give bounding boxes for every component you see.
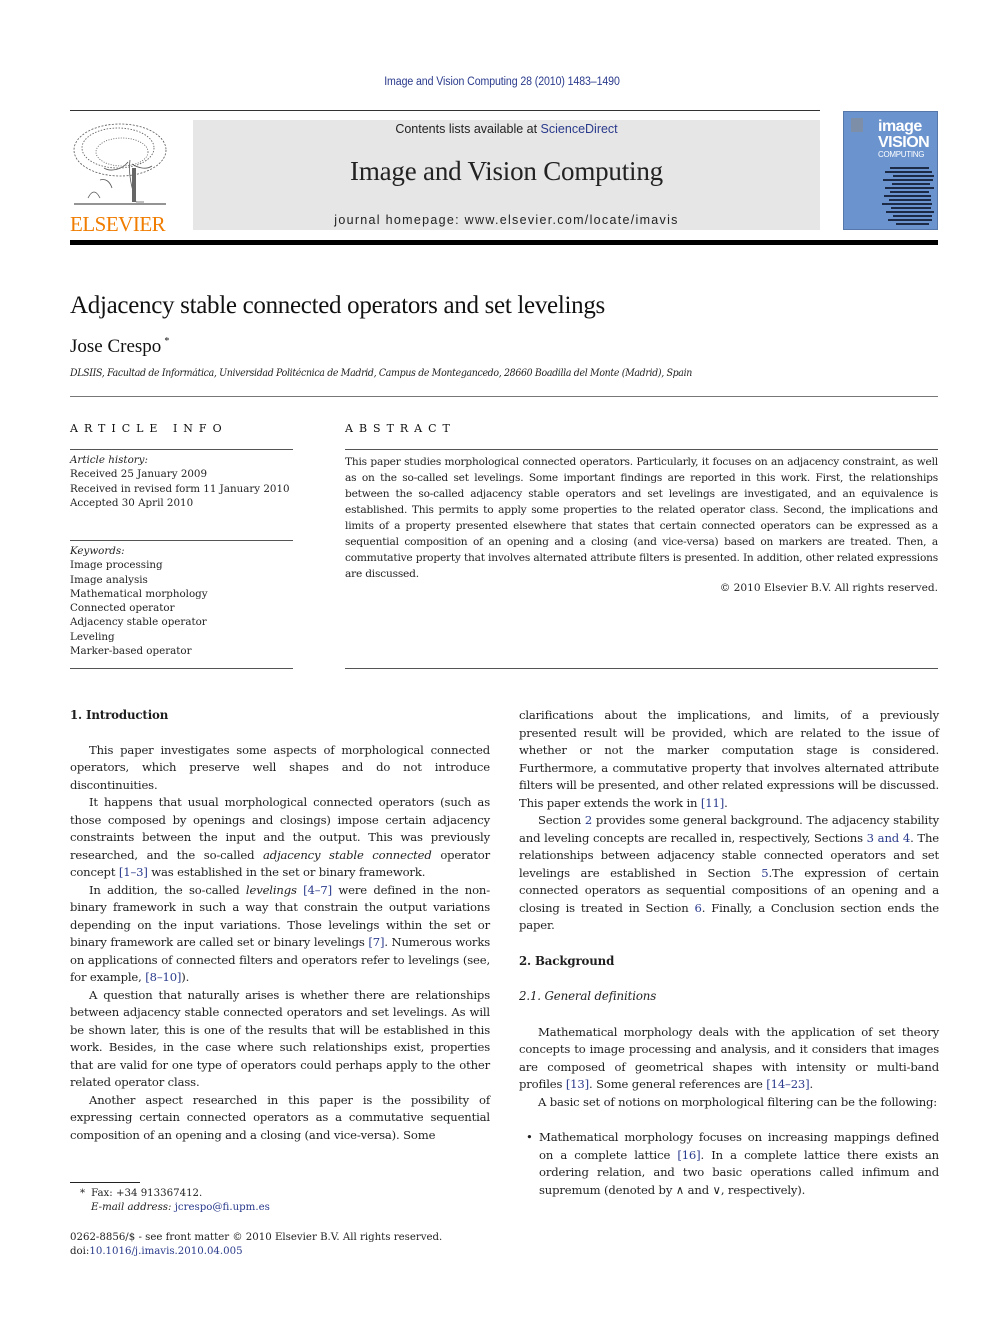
- text-run: clarifications about the implications, a…: [519, 708, 939, 810]
- emphasis: adjacency stable connected: [263, 847, 432, 862]
- emphasis: levelings: [245, 882, 297, 897]
- paragraph: Mathematical morphology deals with the a…: [519, 1024, 939, 1094]
- footnote-fax: * Fax: +34 913367412.: [70, 1187, 202, 1201]
- abstract-rule-bottom: [345, 668, 938, 669]
- sciencedirect-link[interactable]: ScienceDirect: [541, 122, 618, 136]
- keyword-item: Mathematical morphology: [70, 587, 208, 600]
- keywords-label: Keywords:: [70, 545, 125, 557]
- section-link[interactable]: 3 and 4: [867, 831, 911, 845]
- email-label: E-mail address:: [91, 1202, 172, 1213]
- keyword-item: Image analysis: [70, 573, 148, 586]
- paragraph: A question that naturally arises is whet…: [70, 987, 490, 1090]
- text-run: was established in the set or binary fra…: [147, 865, 426, 879]
- abstract-copyright: © 2010 Elsevier B.V. All rights reserved…: [719, 582, 938, 594]
- cover-title-computing: COMPUTING: [878, 150, 925, 159]
- journal-banner: Contents lists available at ScienceDirec…: [193, 120, 820, 230]
- subsection-heading-general-definitions: 2.1. General definitions: [519, 989, 657, 1003]
- contents-prefix: Contents lists available at: [395, 122, 541, 136]
- paragraph: This paper investigates some aspects of …: [70, 742, 490, 792]
- section-heading-introduction: 1. Introduction: [70, 708, 169, 722]
- keyword-item: Leveling: [70, 630, 115, 643]
- text-run: In addition, the so-called: [89, 882, 246, 897]
- email-link[interactable]: jcrespo@fi.upm.es: [175, 1202, 270, 1213]
- paragraph: clarifications about the implications, a…: [519, 707, 939, 812]
- history-item: Accepted 30 April 2010: [70, 496, 194, 509]
- paragraph: A basic set of notions on morphological …: [538, 1094, 938, 1109]
- abstract-rule-top: [345, 449, 938, 450]
- paragraph: It happens that usual morphological conn…: [70, 794, 490, 882]
- bullet-icon: •: [526, 1130, 533, 1144]
- elsevier-logo[interactable]: ELSEVIER: [70, 120, 170, 236]
- doi-line: doi:10.1016/j.imavis.2010.04.005: [70, 1245, 243, 1259]
- paragraph: Section 2 provides some general backgrou…: [519, 812, 939, 935]
- citation-link[interactable]: [8–10]: [145, 970, 181, 984]
- body-column-left: 1. Introduction This paper investigates …: [70, 707, 490, 1144]
- text-run: Section: [538, 813, 585, 827]
- section-heading-background: 2. Background: [519, 953, 615, 968]
- header-rule: [70, 110, 820, 111]
- citation-link[interactable]: [1–3]: [119, 865, 148, 879]
- affiliation-rule: [70, 396, 938, 397]
- journal-cover-image[interactable]: image VISION COMPUTING: [843, 111, 938, 230]
- article-info-heading: ARTICLE INFO: [70, 422, 228, 435]
- cover-title-vision: VISION: [878, 134, 930, 151]
- keywords-list: Keywords: Image processing Image analysi…: [70, 544, 300, 658]
- body-column-right: clarifications about the implications, a…: [519, 707, 939, 1199]
- contents-available: Contents lists available at ScienceDirec…: [193, 122, 820, 136]
- citation-link[interactable]: [7]: [368, 935, 384, 949]
- author-line: Jose Crespo *: [70, 336, 169, 358]
- section-link[interactable]: 6: [695, 901, 702, 915]
- footnote-email: E-mail address: jcrespo@fi.upm.es: [70, 1201, 270, 1215]
- article-info-rule-middle: [70, 540, 293, 541]
- text-run: .: [809, 1077, 814, 1091]
- header-thick-rule: [70, 240, 938, 245]
- footnote-mark: *: [80, 1188, 86, 1199]
- imprint-line: 0262-8856/$ - see front matter © 2010 El…: [70, 1232, 443, 1243]
- article-title: Adjacency stable connected operators and…: [70, 292, 605, 319]
- elsevier-wordmark: ELSEVIER: [70, 212, 166, 236]
- text-run: ).: [181, 970, 190, 984]
- author-name[interactable]: Jose Crespo: [70, 336, 161, 357]
- section-link[interactable]: 5: [761, 866, 768, 880]
- keyword-item: Connected operator: [70, 602, 175, 615]
- paragraph: In addition, the so-called levelings [4–…: [70, 882, 490, 987]
- text-run: . Some general references are: [589, 1077, 767, 1091]
- article-history-label: Article history:: [70, 454, 148, 466]
- doi-link[interactable]: 10.1016/j.imavis.2010.04.005: [89, 1246, 242, 1257]
- journal-title: Image and Vision Computing: [350, 156, 663, 186]
- cover-stripes-graphic: [882, 167, 937, 229]
- article-info-rule-top: [70, 449, 293, 450]
- citation-link[interactable]: [11]: [701, 796, 724, 810]
- citation-link[interactable]: [14–23]: [766, 1077, 809, 1091]
- article-history: Article history: Received 25 January 200…: [70, 453, 300, 510]
- abstract-heading: ABSTRACT: [345, 422, 456, 435]
- article-info-rule-bottom: [70, 668, 293, 669]
- citation-link[interactable]: [16]: [677, 1148, 700, 1162]
- doi-label: doi:: [70, 1246, 90, 1257]
- journal-citation[interactable]: Image and Vision Computing 28 (2010) 148…: [40, 76, 964, 88]
- keyword-item: Adjacency stable operator: [70, 616, 207, 629]
- paragraph: Another aspect researched in this paper …: [70, 1092, 490, 1142]
- elsevier-emblem-icon: [851, 118, 863, 132]
- author-affiliation: DLSIIS, Facultad de Informática, Univers…: [70, 368, 692, 379]
- bullet-item: • Mathematical morphology focuses on incr…: [519, 1129, 939, 1199]
- elsevier-tree-icon: [70, 120, 170, 208]
- author-footnote-mark[interactable]: *: [164, 336, 169, 347]
- journal-homepage-link[interactable]: journal homepage: www.elsevier.com/locat…: [193, 213, 820, 227]
- fax-number: Fax: +34 913367412.: [91, 1188, 203, 1199]
- keyword-item: Image processing: [70, 559, 163, 572]
- text-run: .: [724, 795, 728, 810]
- history-item: Received in revised form 11 January 2010: [70, 482, 290, 495]
- citation-link[interactable]: [4–7]: [303, 883, 332, 897]
- abstract-text: This paper studies morphological connect…: [345, 456, 938, 580]
- cover-title-image: image: [878, 118, 922, 135]
- citation-link[interactable]: [13]: [566, 1077, 589, 1091]
- history-item: Received 25 January 2009: [70, 468, 208, 481]
- footnote-rule: [70, 1182, 140, 1183]
- keyword-item: Marker-based operator: [70, 645, 192, 658]
